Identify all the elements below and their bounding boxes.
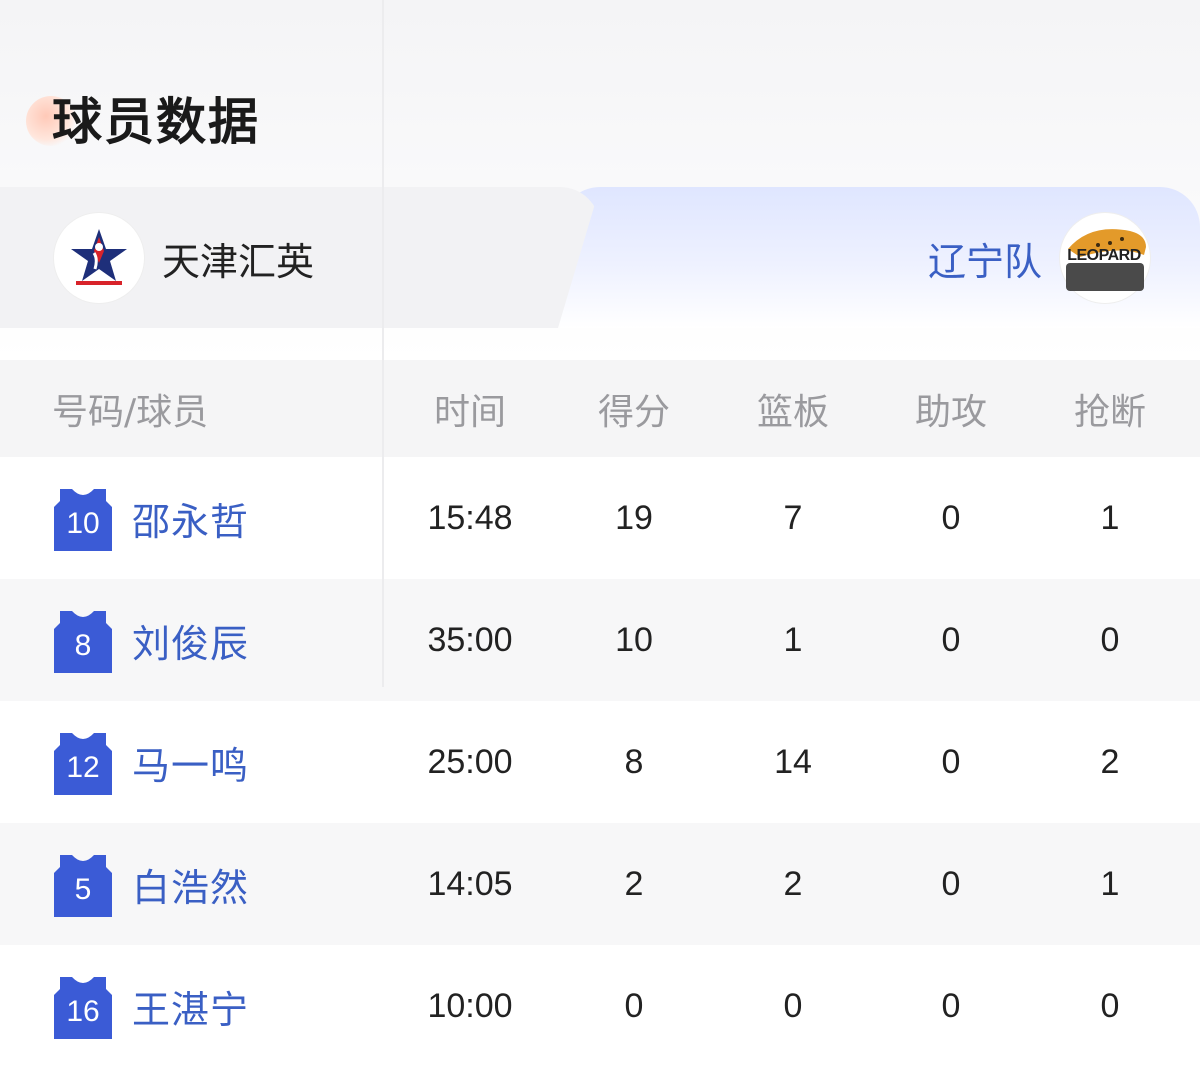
home-team-tab[interactable]: 天津汇英 — [54, 213, 314, 303]
table-row[interactable]: 5 白浩然 14:05 2 2 0 1 — [0, 823, 1200, 945]
player-name[interactable]: 邵永哲 — [132, 491, 249, 546]
player-name[interactable]: 刘俊辰 — [132, 613, 249, 668]
jersey-icon: 12 — [52, 731, 114, 797]
header-player: 号码/球员 — [52, 391, 209, 433]
player-stats-table: 号码/球员 时间 得分 篮板 助攻 抢断 10 邵永哲 15:48 19 7 0… — [0, 360, 1200, 1067]
stat-time: 10:00 — [427, 986, 513, 1025]
header-assists: 助攻 — [914, 391, 987, 433]
stat-points: 10 — [615, 620, 653, 659]
stat-rebounds: 0 — [783, 986, 803, 1025]
stat-assists: 0 — [941, 986, 961, 1025]
stat-points: 19 — [615, 498, 653, 537]
stat-assists: 0 — [941, 498, 961, 537]
stat-steals: 1 — [1100, 864, 1120, 903]
section-title: 球员数据 — [52, 93, 260, 151]
player-cell[interactable]: 8 刘俊辰 — [52, 579, 249, 701]
column-divider — [382, 0, 384, 687]
stat-time: 35:00 — [427, 620, 513, 659]
jersey-number: 5 — [74, 873, 92, 906]
jersey-icon: 16 — [52, 975, 114, 1041]
jersey-number: 12 — [66, 751, 100, 784]
stat-steals: 0 — [1100, 986, 1120, 1025]
table-row[interactable]: 10 邵永哲 15:48 19 7 0 1 — [0, 457, 1200, 579]
stat-assists: 0 — [941, 742, 961, 781]
stat-points: 2 — [624, 864, 644, 903]
star-basketball-logo-icon — [54, 213, 144, 303]
stat-assists: 0 — [941, 864, 961, 903]
table-header: 号码/球员 时间 得分 篮板 助攻 抢断 — [0, 360, 1200, 457]
stat-steals: 2 — [1100, 742, 1120, 781]
stat-time: 14:05 — [427, 864, 513, 903]
player-name[interactable]: 白浩然 — [132, 857, 249, 912]
header-rebounds: 篮板 — [756, 391, 829, 433]
jersey-number: 16 — [66, 995, 100, 1028]
player-cell[interactable]: 16 王湛宁 — [52, 945, 249, 1067]
player-cell[interactable]: 5 白浩然 — [52, 823, 249, 945]
team-switcher: 天津汇英 辽宁队 — [0, 187, 1200, 328]
jersey-number: 10 — [66, 507, 100, 540]
stat-steals: 0 — [1100, 620, 1120, 659]
jersey-icon: 8 — [52, 609, 114, 675]
header-time: 时间 — [433, 391, 506, 433]
stat-time: 25:00 — [427, 742, 513, 781]
table-row[interactable]: 8 刘俊辰 35:00 10 1 0 0 — [0, 579, 1200, 701]
stat-rebounds: 2 — [783, 864, 803, 903]
player-cell[interactable]: 10 邵永哲 — [52, 457, 249, 579]
player-cell[interactable]: 12 马一鸣 — [52, 701, 249, 823]
leopard-logo-text: LEOPARD — [1067, 247, 1141, 264]
stat-points: 0 — [624, 986, 644, 1025]
away-team-name: 辽宁队 — [927, 239, 1042, 284]
table-row[interactable]: 12 马一鸣 25:00 8 14 0 2 — [0, 701, 1200, 823]
home-team-name: 天津汇英 — [162, 239, 315, 284]
stat-rebounds: 7 — [783, 498, 803, 537]
jersey-icon: 5 — [52, 853, 114, 919]
jersey-icon: 10 — [52, 487, 114, 553]
stat-time: 15:48 — [427, 498, 513, 537]
stat-points: 8 — [624, 742, 644, 781]
header-points: 得分 — [597, 391, 670, 433]
header-steals: 抢断 — [1073, 391, 1146, 433]
stat-rebounds: 14 — [774, 742, 812, 781]
jersey-number: 8 — [74, 629, 92, 662]
table-row[interactable]: 16 王湛宁 10:00 0 0 0 0 — [0, 945, 1200, 1067]
stat-assists: 0 — [941, 620, 961, 659]
player-name[interactable]: 王湛宁 — [132, 979, 249, 1034]
stat-steals: 1 — [1100, 498, 1120, 537]
player-name[interactable]: 马一鸣 — [132, 735, 249, 790]
stat-rebounds: 1 — [783, 620, 803, 659]
